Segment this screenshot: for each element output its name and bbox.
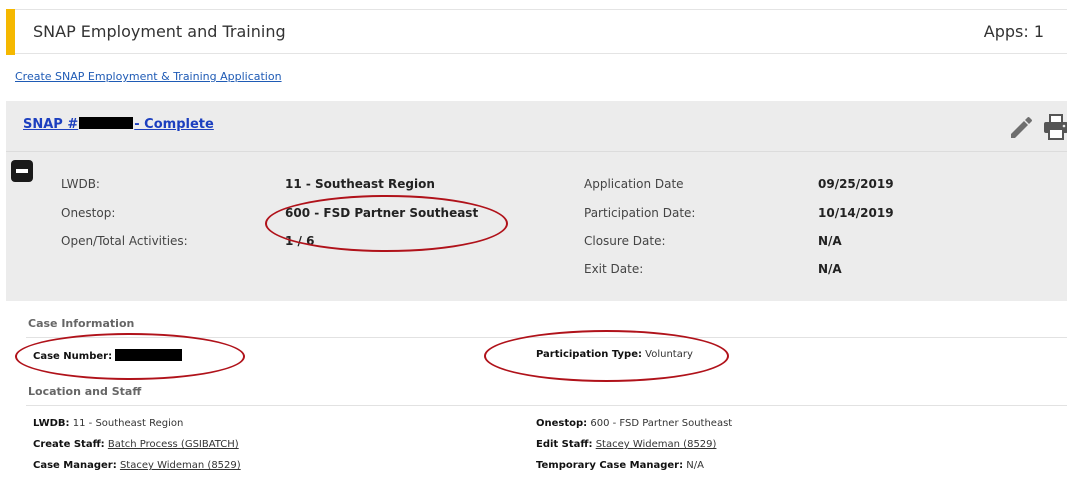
temporary-case-manager-value: N/A: [686, 460, 704, 471]
create-staff-label: Create Staff:: [33, 439, 105, 450]
module-header: SNAP Employment and Training Apps: 1: [6, 9, 1067, 55]
application-title-row: SNAP # - Complete: [6, 101, 1067, 152]
participation-type-value: Voluntary: [645, 349, 693, 360]
application-details: Case Information Case Number: Participat…: [16, 301, 1067, 495]
create-application-link[interactable]: Create SNAP Employment & Training Applic…: [15, 70, 282, 83]
summary-exit-date-value: N/A: [818, 262, 842, 276]
summary-activities-value: 1 / 6: [285, 234, 315, 248]
summary-lwdb-label: LWDB:: [61, 177, 100, 191]
apps-count: Apps: 1: [983, 22, 1044, 41]
summary-application-date-value: 09/25/2019: [818, 177, 894, 191]
summary-closure-date-value: N/A: [818, 234, 842, 248]
redacted-case-id: [79, 117, 134, 129]
temporary-case-manager-label: Temporary Case Manager:: [536, 460, 684, 471]
onestop-field: Onestop: 600 - FSD Partner Southeast: [536, 418, 732, 429]
redacted-case-number: [115, 349, 183, 361]
section-divider: [26, 337, 1067, 338]
lwdb-label: LWDB:: [33, 418, 70, 429]
summary-activities-label: Open/Total Activities:: [61, 234, 188, 248]
summary-application-date-label: Application Date: [584, 177, 684, 191]
header-accent-bar: [6, 9, 15, 55]
onestop-value: 600 - FSD Partner Southeast: [590, 418, 733, 429]
application-status: - Complete: [134, 117, 214, 132]
case-number-field: Case Number:: [33, 349, 183, 362]
case-manager-link[interactable]: Stacey Wideman (8529): [120, 460, 241, 471]
location-staff-heading: Location and Staff: [28, 385, 142, 398]
application-title-link[interactable]: SNAP # - Complete: [23, 117, 214, 132]
case-information-heading: Case Information: [28, 317, 135, 330]
onestop-label: Onestop:: [536, 418, 588, 429]
lwdb-value: 11 - Southeast Region: [72, 418, 184, 429]
summary-participation-date-value: 10/14/2019: [818, 206, 894, 220]
summary-closure-date-label: Closure Date:: [584, 234, 666, 248]
summary-onestop-value: 600 - FSD Partner Southeast: [285, 206, 479, 220]
module-title: SNAP Employment and Training: [33, 22, 286, 41]
summary-participation-date-label: Participation Date:: [584, 206, 696, 220]
temporary-case-manager-field: Temporary Case Manager: N/A: [536, 460, 704, 471]
create-staff-field: Create Staff: Batch Process (GSIBATCH): [33, 439, 239, 450]
printer-icon[interactable]: [1042, 114, 1067, 140]
lwdb-field: LWDB: 11 - Southeast Region: [33, 418, 183, 429]
application-panel: SNAP # - Complete LWDB: 11 - Southeast Re…: [6, 101, 1067, 301]
edit-staff-label: Edit Staff:: [536, 439, 593, 450]
participation-type-label: Participation Type:: [536, 349, 642, 360]
case-manager-field: Case Manager: Stacey Wideman (8529): [33, 460, 241, 471]
case-number-label: Case Number:: [33, 351, 113, 362]
summary-lwdb-value: 11 - Southeast Region: [285, 177, 435, 191]
application-title-prefix: SNAP #: [23, 117, 79, 132]
edit-staff-link[interactable]: Stacey Wideman (8529): [596, 439, 717, 450]
case-manager-label: Case Manager:: [33, 460, 117, 471]
participation-type-field: Participation Type: Voluntary: [536, 349, 693, 360]
summary-onestop-label: Onestop:: [61, 206, 116, 220]
summary-exit-date-label: Exit Date:: [584, 262, 644, 276]
edit-staff-field: Edit Staff: Stacey Wideman (8529): [536, 439, 716, 450]
create-staff-link[interactable]: Batch Process (GSIBATCH): [108, 439, 239, 450]
section-divider: [26, 405, 1067, 406]
minus-icon[interactable]: [11, 160, 33, 182]
pencil-icon[interactable]: [1007, 114, 1033, 140]
